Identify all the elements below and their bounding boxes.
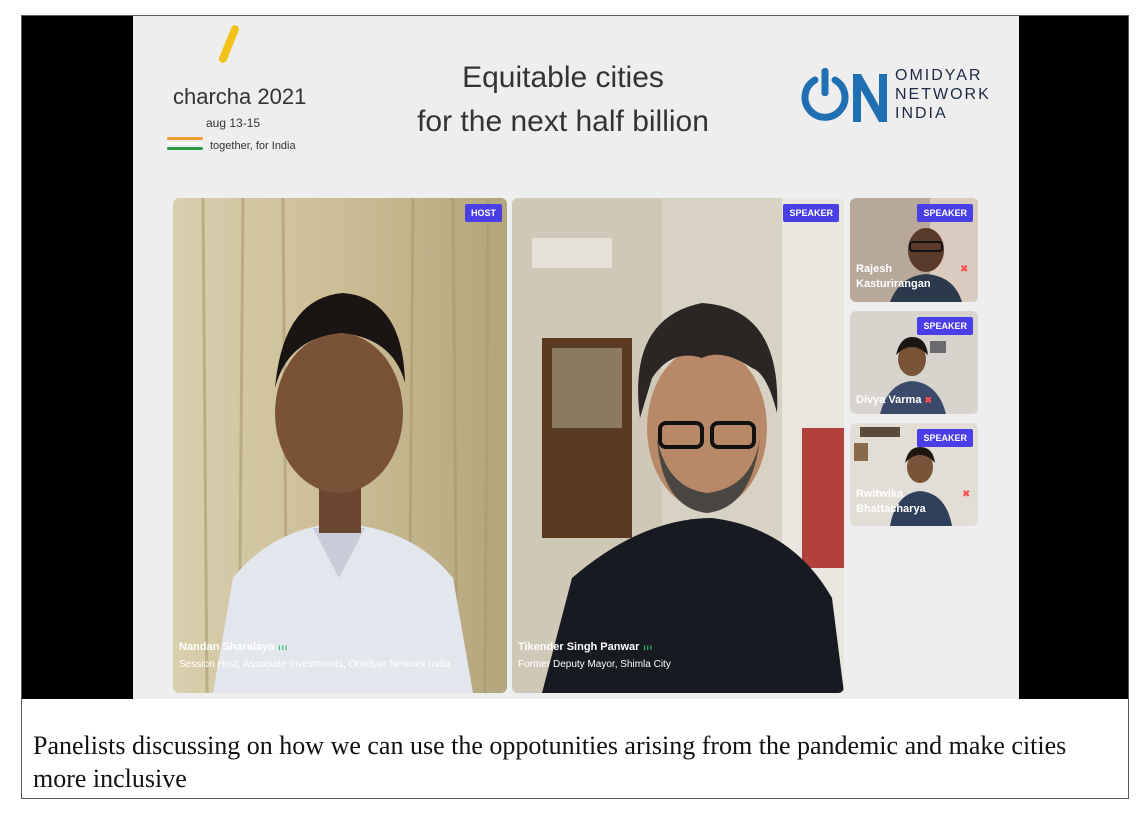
- participant-tile-rwitwika[interactable]: SPEAKER Rwitwika Bhattacharya ✖: [850, 423, 978, 526]
- tricolor-flag-icon: [167, 137, 203, 151]
- participant-tile-divya[interactable]: SPEAKER Divya Varma ✖: [850, 311, 978, 414]
- organizer-name-line-3: INDIA: [895, 105, 948, 122]
- mic-muted-icon: ✖: [960, 264, 969, 275]
- role-badge: SPEAKER: [783, 204, 839, 222]
- participant-title: Former Deputy Mayor, Shimla City: [518, 659, 671, 670]
- omidyar-network-logo-icon: [801, 68, 887, 122]
- role-badge: HOST: [464, 204, 502, 222]
- participant-tile-host[interactable]: HOST Nandan Sharalaya ııı Session Host, A…: [173, 198, 507, 693]
- participant-title: Session Host, Associate Investments, Omi…: [179, 659, 451, 670]
- organizer-name-line-2: NETWORK: [895, 86, 991, 103]
- event-dates: aug 13-15: [206, 116, 261, 130]
- charcha-logo-mark: [217, 23, 241, 65]
- event-tagline: together, for India: [210, 140, 296, 152]
- speaker-video-feed: [512, 198, 844, 693]
- mic-muted-icon: ✖: [962, 489, 971, 500]
- organizer-name-line-1: OMIDYAR: [895, 67, 983, 84]
- participant-name: Nandan Sharalaya ııı: [179, 641, 289, 653]
- signal-bars-icon: ııı: [278, 643, 289, 652]
- role-badge: SPEAKER: [917, 429, 973, 447]
- event-name: charcha 2021: [173, 84, 307, 109]
- session-title-line-2: for the next half billion: [417, 105, 709, 138]
- session-title: Equitable cities for the next half billi…: [393, 56, 733, 144]
- role-badge: SPEAKER: [917, 204, 973, 222]
- participant-name: Rwitwika Bhattacharya: [856, 488, 926, 515]
- session-title-line-1: Equitable cities: [462, 61, 664, 94]
- image-caption: Panelists discussing on how we can use t…: [33, 731, 1067, 793]
- host-video-feed: [173, 198, 507, 693]
- webinar-stage: charcha 2021 aug 13-15 together, for Ind…: [133, 16, 1019, 699]
- role-badge: SPEAKER: [917, 317, 973, 335]
- participant-name: Rajesh Kasturirangan: [856, 263, 931, 290]
- video-call-screenshot: charcha 2021 aug 13-15 together, for Ind…: [22, 16, 1128, 699]
- signal-bars-icon: ııı: [643, 643, 654, 652]
- mic-muted-icon: ✖: [924, 395, 932, 405]
- participant-name: Tikender Singh Panwar ııı: [518, 641, 654, 653]
- participant-tile-speaker-main[interactable]: SPEAKER Tikender Singh Panwar ııı Former …: [512, 198, 844, 693]
- participant-name: Divya Varma ✖: [856, 394, 932, 406]
- organizer-name: OMIDYAR NETWORK INDIA: [895, 66, 991, 123]
- participant-tile-rajesh[interactable]: SPEAKER Rajesh Kasturirangan ✖: [850, 198, 978, 302]
